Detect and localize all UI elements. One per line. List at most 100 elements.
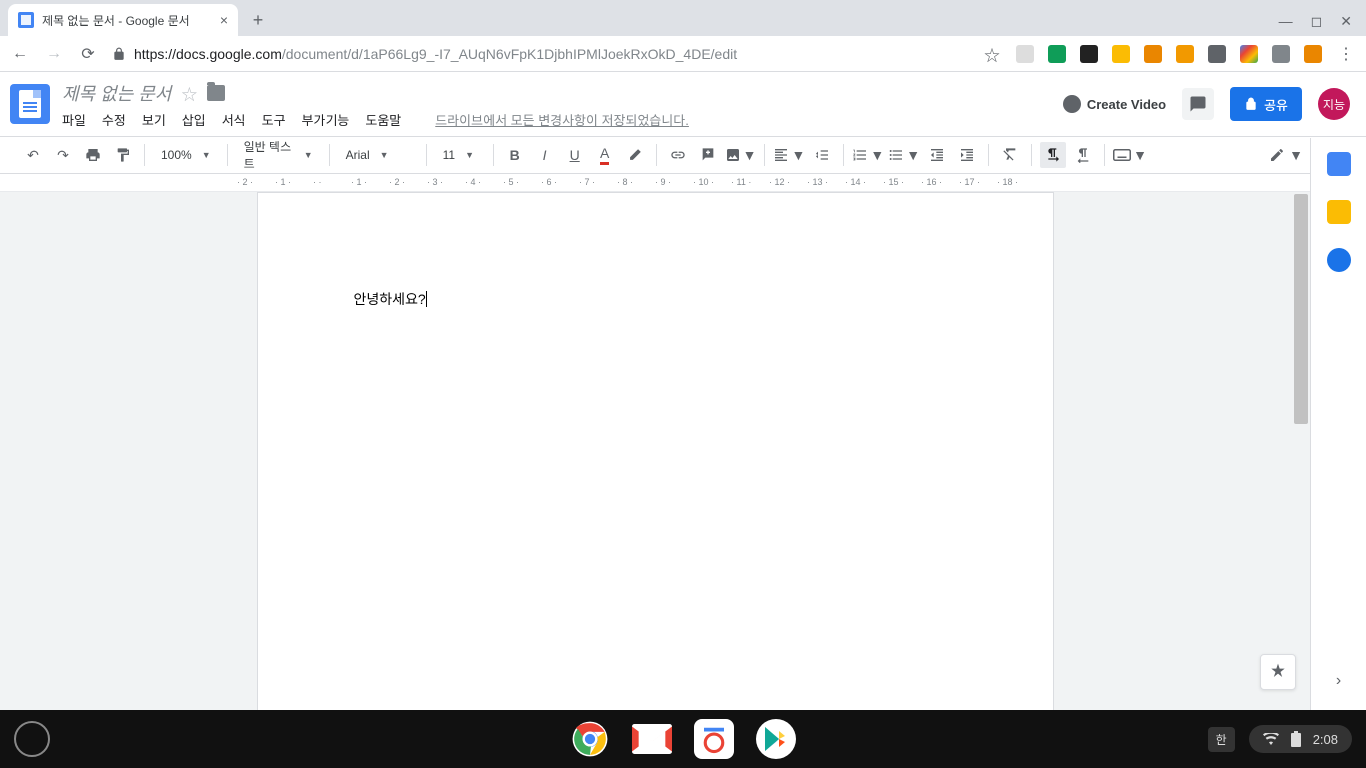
zoom-dropdown[interactable]: 100%▼ [153, 142, 219, 168]
formatting-toolbar: ↶ ↷ 100%▼ 일반 텍스트▼ Arial▼ 11▼ B I U A ▼ ▼… [0, 136, 1366, 174]
font-dropdown[interactable]: Arial▼ [338, 142, 418, 168]
save-status[interactable]: 드라이브에서 모든 변경사항이 저장되었습니다. [435, 110, 689, 129]
star-icon[interactable]: ☆ [181, 81, 197, 105]
keep-icon[interactable] [1327, 200, 1351, 224]
gmail-app-icon[interactable] [632, 719, 672, 759]
document-page[interactable]: 안녕하세요? [257, 192, 1054, 710]
input-tools-button[interactable]: ▼ [1113, 142, 1147, 168]
browser-menu-icon[interactable]: ⋮ [1336, 44, 1356, 64]
ext-icon-6[interactable] [1176, 45, 1194, 63]
menu-view[interactable]: 보기 [142, 110, 166, 129]
underline-button[interactable]: U [562, 142, 588, 168]
font-size-dropdown[interactable]: 11▼ [435, 142, 485, 168]
decrease-indent-button[interactable] [924, 142, 950, 168]
ext-icon-1[interactable] [1016, 45, 1034, 63]
maximize-icon[interactable]: ◻ [1311, 13, 1323, 30]
close-window-icon[interactable]: ✕ [1340, 13, 1352, 30]
clear-formatting-button[interactable] [997, 142, 1023, 168]
numbered-list-button[interactable]: ▼ [852, 142, 884, 168]
ext-icon-10[interactable] [1304, 45, 1322, 63]
lock-icon [1244, 97, 1258, 111]
chrome-app-icon[interactable] [570, 719, 610, 759]
document-title[interactable]: 제목 없는 문서 [62, 80, 171, 106]
bulleted-list-button[interactable]: ▼ [888, 142, 920, 168]
explore-icon [1268, 662, 1288, 682]
paint-format-button[interactable] [110, 142, 136, 168]
menu-format[interactable]: 서식 [222, 110, 246, 129]
highlight-button[interactable] [622, 142, 648, 168]
calendar-icon[interactable] [1327, 152, 1351, 176]
ext-icon-2[interactable] [1048, 45, 1066, 63]
clock: 2:08 [1313, 732, 1338, 747]
create-video-button[interactable]: Create Video [1063, 95, 1166, 113]
wifi-icon [1263, 733, 1279, 745]
undo-button[interactable]: ↶ [20, 142, 46, 168]
document-content: 안녕하세요? [354, 291, 426, 307]
vertical-scrollbar[interactable] [1294, 194, 1308, 424]
tasks-icon[interactable] [1327, 248, 1351, 272]
text-color-button[interactable]: A [592, 142, 618, 168]
share-label: 공유 [1264, 95, 1288, 114]
rtl-button[interactable] [1070, 142, 1096, 168]
ext-icon-5[interactable] [1144, 45, 1162, 63]
ext-icon-7[interactable] [1208, 45, 1226, 63]
share-button[interactable]: 공유 [1230, 87, 1302, 121]
ext-icon-8[interactable] [1240, 45, 1258, 63]
browser-tab[interactable]: 제목 없는 문서 - Google 문서 × [8, 4, 238, 36]
forward-icon: → [44, 45, 64, 63]
print-button[interactable] [80, 142, 106, 168]
paragraph-style-dropdown[interactable]: 일반 텍스트▼ [236, 142, 321, 168]
battery-icon [1291, 731, 1301, 747]
explore-button[interactable] [1260, 654, 1296, 690]
italic-button[interactable]: I [532, 142, 558, 168]
ext-icon-4[interactable] [1112, 45, 1130, 63]
docs-logo-icon[interactable] [10, 84, 50, 124]
system-tray[interactable]: 2:08 [1249, 725, 1352, 753]
new-tab-button[interactable]: + [244, 6, 272, 34]
launcher-button[interactable] [14, 721, 50, 757]
user-avatar[interactable]: 지능 [1318, 88, 1350, 120]
tab-title: 제목 없는 문서 - Google 문서 [42, 12, 190, 29]
ruler[interactable]: · 2 ·· 1 ·· ·· 1 ·· 2 ·· 3 ·· 4 ·· 5 ·· … [0, 174, 1366, 192]
address-bar: ← → ⟳ https://docs.google.com/document/d… [0, 36, 1366, 72]
ext-icon-3[interactable] [1080, 45, 1098, 63]
ext-icon-9[interactable] [1272, 45, 1290, 63]
reload-icon[interactable]: ⟳ [78, 44, 98, 64]
text-cursor [426, 291, 427, 307]
ime-indicator[interactable]: 한 [1208, 727, 1235, 752]
insert-link-button[interactable] [665, 142, 691, 168]
files-app-icon[interactable] [694, 719, 734, 759]
side-panel-collapse-icon[interactable]: › [1336, 672, 1341, 690]
lock-icon [112, 47, 126, 61]
window-controls: — ◻ ✕ [1279, 13, 1366, 36]
insert-comment-button[interactable] [695, 142, 721, 168]
menu-help[interactable]: 도움말 [365, 110, 401, 129]
menu-edit[interactable]: 수정 [102, 110, 126, 129]
comments-button[interactable] [1182, 88, 1214, 120]
url-domain: https://docs.google.com [134, 46, 282, 62]
back-icon[interactable]: ← [10, 45, 30, 63]
ltr-button[interactable] [1040, 142, 1066, 168]
menu-file[interactable]: 파일 [62, 110, 86, 129]
align-button[interactable]: ▼ [773, 142, 805, 168]
increase-indent-button[interactable] [954, 142, 980, 168]
bookmark-star-icon[interactable]: ☆ [982, 42, 1002, 66]
document-canvas[interactable]: 안녕하세요? [0, 192, 1310, 710]
minimize-icon[interactable]: — [1279, 13, 1293, 30]
play-store-icon[interactable] [756, 719, 796, 759]
bold-button[interactable]: B [502, 142, 528, 168]
menu-insert[interactable]: 삽입 [182, 110, 206, 129]
avatar-text: 지능 [1323, 96, 1345, 113]
line-spacing-button[interactable] [809, 142, 835, 168]
taskbar: 한 2:08 [0, 710, 1366, 768]
url-input[interactable]: https://docs.google.com/document/d/1aP66… [112, 46, 968, 62]
camera-icon [1063, 95, 1081, 113]
docs-favicon [18, 12, 34, 28]
move-folder-icon[interactable] [207, 85, 225, 101]
menu-addons[interactable]: 부가기능 [302, 110, 350, 129]
editing-mode-button[interactable]: ▼ [1269, 142, 1303, 168]
menu-tools[interactable]: 도구 [262, 110, 286, 129]
redo-button[interactable]: ↷ [50, 142, 76, 168]
tab-close-icon[interactable]: × [220, 12, 228, 28]
insert-image-button[interactable]: ▼ [725, 142, 757, 168]
